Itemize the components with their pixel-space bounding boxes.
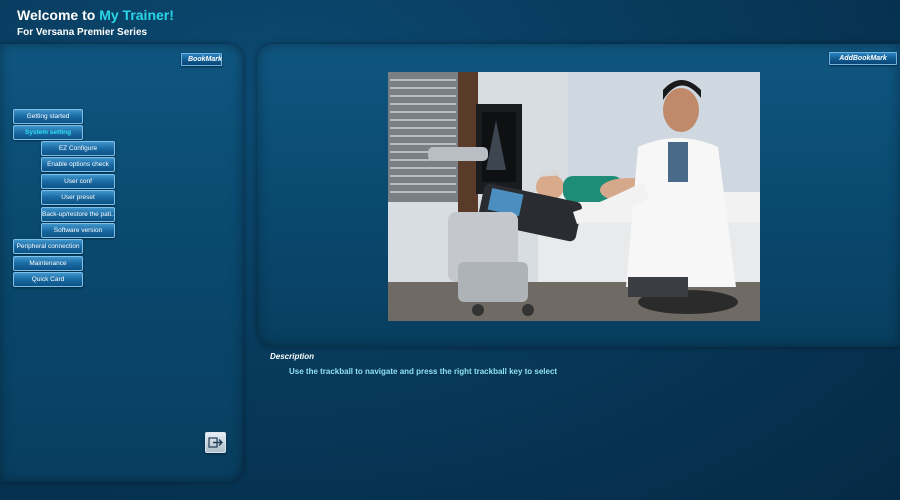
description-title: Description xyxy=(270,352,315,361)
description-text: Use the trackball to navigate and press … xyxy=(289,367,558,376)
menu-item-user-preset[interactable]: User preset xyxy=(41,190,115,205)
add-bookmark-button[interactable]: AddBookMark xyxy=(829,52,897,65)
bookmark-button[interactable]: BookMark xyxy=(181,53,222,66)
ultrasound-exam-photo xyxy=(388,72,760,321)
menu-item-enable-options-check[interactable]: Enable options check xyxy=(41,157,115,172)
title-accent: My Trainer! xyxy=(99,7,174,23)
menu-item-ez-configure[interactable]: EZ Configure xyxy=(41,141,115,156)
menu-item-backup-restore[interactable]: Back-up/restore the pati... xyxy=(41,207,115,222)
app-header: Welcome to My Trainer! For Versana Premi… xyxy=(0,0,900,44)
menu-item-getting-started[interactable]: Getting started xyxy=(13,109,83,124)
page-subtitle: For Versana Premier Series xyxy=(17,27,148,38)
menu-item-system-setting[interactable]: System setting xyxy=(13,125,83,140)
menu-item-user-conf[interactable]: User conf xyxy=(41,174,115,189)
menu-item-maintenance[interactable]: Maintenance xyxy=(13,256,83,271)
menu-item-peripheral-connection[interactable]: Peripheral connection xyxy=(13,239,83,254)
title-prefix: Welcome to xyxy=(17,7,100,23)
page-title: Welcome to My Trainer! xyxy=(17,7,174,23)
menu-item-software-version[interactable]: Software version xyxy=(41,223,115,238)
exit-icon[interactable] xyxy=(205,432,226,453)
menu-item-quick-card[interactable]: Quick Card xyxy=(13,272,83,287)
